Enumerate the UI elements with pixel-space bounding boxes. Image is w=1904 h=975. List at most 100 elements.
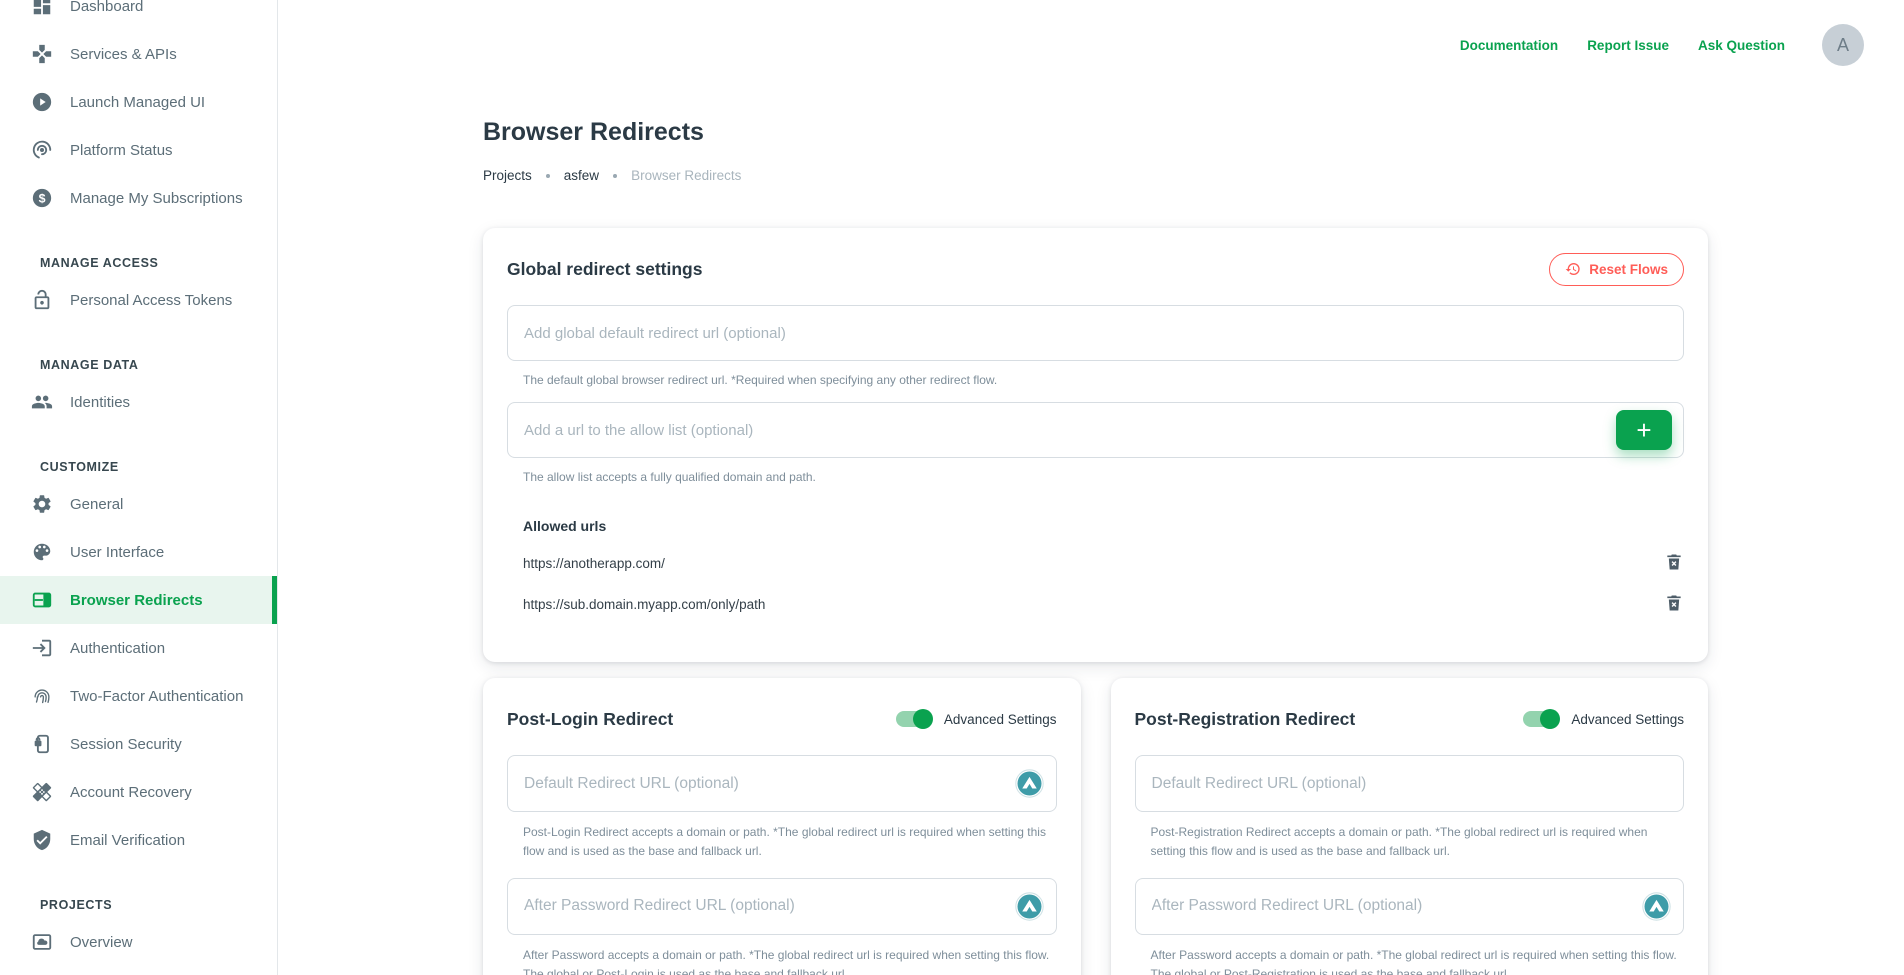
plus-icon: + [1636,415,1651,445]
flow-cards-row: Post-Login Redirect Advanced Settings Po… [483,678,1708,975]
sidebar-section-manage-data: MANAGE DATA [0,338,277,378]
fingerprint-icon [31,685,53,707]
sidebar-item-authentication[interactable]: Authentication [0,624,277,672]
sidebar-item-label: Dashboard [70,0,143,15]
allowed-urls-title: Allowed urls [523,518,1684,534]
services-icon [31,43,53,65]
sidebar-section-customize: CUSTOMIZE [0,440,277,480]
svg-text:$: $ [39,191,46,205]
page-title: Browser Redirects [483,118,704,147]
sidebar-item-label: Platform Status [70,142,173,159]
sidebar-item-email-verification[interactable]: Email Verification [0,816,277,864]
sidebar-section-label: PROJECTS [40,898,112,912]
sidebar-item-label: Session Security [70,736,182,753]
post-registration-after-password-help: After Password accepts a domain or path.… [1151,946,1685,975]
trash-icon [1664,552,1684,572]
ask-question-link[interactable]: Ask Question [1698,38,1785,53]
app-window: Dashboard Services & APIs Launch Managed… [0,0,1904,975]
delete-url-button[interactable] [1664,593,1684,615]
breadcrumb-separator-icon [546,174,550,178]
reset-flows-button[interactable]: Reset Flows [1549,253,1684,286]
sidebar-item-label: General [70,496,123,513]
people-icon [31,391,53,413]
sidebar-item-label: Browser Redirects [70,592,203,609]
sidebar-item-personal-access-tokens[interactable]: Personal Access Tokens [0,276,277,324]
shield-check-icon [31,829,53,851]
breadcrumb-separator-icon [613,174,617,178]
post-registration-card-header: Post-Registration Redirect Advanced Sett… [1135,702,1685,736]
post-login-after-password-help: After Password accepts a domain or path.… [523,946,1057,975]
gear-icon [31,493,53,515]
post-login-advanced-settings: Advanced Settings [896,711,1057,727]
post-login-default-url-help: Post-Login Redirect accepts a domain or … [523,823,1057,861]
breadcrumb-project-name[interactable]: asfew [564,168,599,183]
post-registration-redirect-card: Post-Registration Redirect Advanced Sett… [1111,678,1709,975]
allowed-url-text: https://sub.domain.myapp.com/only/path [523,597,765,612]
post-registration-card-title: Post-Registration Redirect [1135,709,1356,730]
sidebar-item-launch-managed-ui[interactable]: Launch Managed UI [0,78,277,126]
post-login-default-url-input[interactable] [507,755,1057,812]
post-registration-after-password-field [1135,878,1685,935]
sidebar-item-label: User Interface [70,544,164,561]
post-login-default-url-field [507,755,1057,812]
sidebar-item-two-factor-authentication[interactable]: Two-Factor Authentication [0,672,277,720]
cloud-window-icon [31,931,53,953]
breadcrumb: Projects asfew Browser Redirects [483,168,741,183]
allow-list-help: The allow list accepts a fully qualified… [523,470,1684,484]
sidebar-section-label: MANAGE ACCESS [40,256,158,270]
subscriptions-icon: $ [31,187,53,209]
healing-icon [31,781,53,803]
advanced-settings-toggle[interactable] [896,711,931,727]
sidebar-item-dashboard[interactable]: Dashboard [0,0,277,30]
trash-icon [1664,593,1684,613]
breadcrumb-projects[interactable]: Projects [483,168,532,183]
sidebar-item-account-recovery[interactable]: Account Recovery [0,768,277,816]
breadcrumb-current: Browser Redirects [631,168,741,183]
status-icon [31,139,53,161]
browser-icon [31,589,53,611]
sidebar-item-label: Identities [70,394,130,411]
post-login-after-password-input[interactable] [507,878,1057,935]
post-login-card-header: Post-Login Redirect Advanced Settings [507,702,1057,736]
allowed-urls-section: Allowed urls https://anotherapp.com/ htt… [523,518,1684,616]
avatar[interactable]: A [1822,24,1864,66]
global-default-url-help: The default global browser redirect url.… [523,373,1684,387]
global-redirect-settings-card: Global redirect settings Reset Flows The… [483,228,1708,662]
palette-icon [31,541,53,563]
sidebar-item-overview[interactable]: Overview [0,918,277,966]
advanced-settings-label: Advanced Settings [1571,712,1684,727]
sidebar-item-user-interface[interactable]: User Interface [0,528,277,576]
sidebar-item-browser-redirects[interactable]: Browser Redirects [0,576,277,624]
sidebar-item-label: Launch Managed UI [70,94,205,111]
add-url-button[interactable]: + [1616,410,1672,450]
top-header: Documentation Report Issue Ask Question … [1460,24,1864,66]
report-issue-link[interactable]: Report Issue [1587,38,1669,53]
allowed-url-row: https://anotherapp.com/ [523,551,1684,575]
sidebar-item-identities[interactable]: Identities [0,378,277,426]
sidebar-item-manage-subscriptions[interactable]: $ Manage My Subscriptions [0,174,277,222]
sidebar-nav: Dashboard Services & APIs Launch Managed… [0,0,277,966]
allow-list-url-input[interactable] [507,402,1684,458]
sidebar-section-label: MANAGE DATA [40,358,139,372]
history-icon [1565,261,1581,277]
phone-lock-icon [31,733,53,755]
avatar-letter: A [1837,35,1849,56]
main-content: Browser Redirects Projects asfew Browser… [483,0,1708,975]
sidebar-item-label: Overview [70,934,133,951]
global-default-url-field [507,305,1684,361]
sidebar-item-session-security[interactable]: Session Security [0,720,277,768]
sidebar-item-general[interactable]: General [0,480,277,528]
advanced-settings-toggle[interactable] [1523,711,1558,727]
allowed-url-text: https://anotherapp.com/ [523,556,665,571]
sidebar-item-label: Manage My Subscriptions [70,190,243,207]
sidebar-item-services-apis[interactable]: Services & APIs [0,30,277,78]
sidebar-item-platform-status[interactable]: Platform Status [0,126,277,174]
documentation-link[interactable]: Documentation [1460,38,1558,53]
allow-list-url-field: + [507,402,1684,458]
advanced-settings-label: Advanced Settings [944,712,1057,727]
post-registration-after-password-input[interactable] [1135,878,1685,935]
post-login-card-title: Post-Login Redirect [507,709,673,730]
global-default-url-input[interactable] [507,305,1684,361]
delete-url-button[interactable] [1664,552,1684,574]
post-registration-default-url-input[interactable] [1135,755,1685,812]
